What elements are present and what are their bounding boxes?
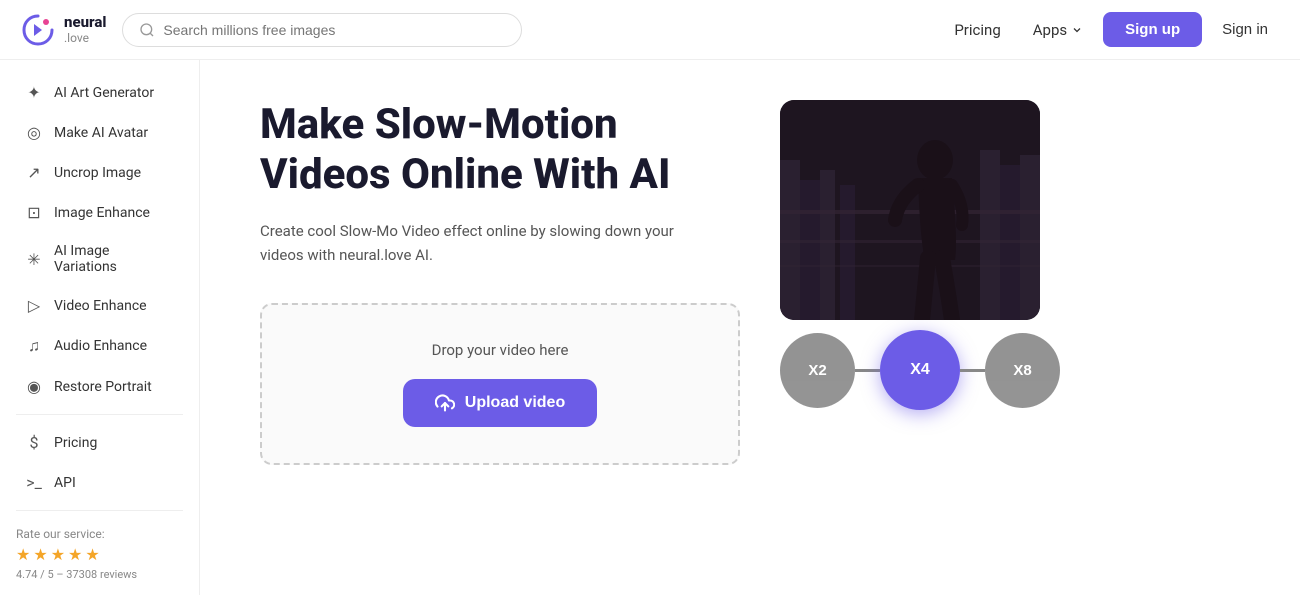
search-icon: [139, 22, 155, 38]
restore-portrait-icon: ◉: [24, 377, 44, 396]
main-content: Make Slow-Motion Videos Online With AI C…: [200, 60, 1300, 595]
upload-icon: [435, 393, 455, 413]
header: neural .love Pricing Apps Sign up Sign i…: [0, 0, 1300, 60]
page-description: Create cool Slow-Mo Video effect online …: [260, 219, 680, 267]
sidebar-item-audio-enhance[interactable]: ♫ Audio Enhance: [8, 326, 191, 366]
speed-x2-button[interactable]: X2: [780, 333, 855, 408]
sidebar-label-video-enhance: Video Enhance: [54, 298, 147, 314]
video-image: [780, 100, 1040, 320]
speed-x4-button[interactable]: X4: [880, 330, 960, 410]
upload-hint: Drop your video here: [282, 341, 718, 359]
ai-art-generator-icon: ✦: [24, 83, 44, 102]
chevron-down-icon: [1071, 24, 1083, 36]
sidebar-label-uncrop-image: Uncrop Image: [54, 165, 141, 181]
upload-button[interactable]: Upload video: [403, 379, 597, 427]
app-wrapper: neural .love Pricing Apps Sign up Sign i…: [0, 0, 1300, 595]
content-right: X2 X4 X8: [780, 100, 1060, 410]
sidebar-item-image-enhance[interactable]: ⊡ Image Enhance: [8, 193, 191, 232]
body-area: ✦ AI Art Generator ◎ Make AI Avatar ↗ Un…: [0, 60, 1300, 595]
sidebar-item-make-ai-avatar[interactable]: ◎ Make AI Avatar: [8, 113, 191, 152]
sidebar-item-ai-image-variations[interactable]: ✳ AI Image Variations: [8, 233, 191, 285]
sidebar: ✦ AI Art Generator ◎ Make AI Avatar ↗ Un…: [0, 60, 200, 595]
speed-line-1: [855, 369, 880, 372]
signin-button[interactable]: Sign in: [1210, 15, 1280, 44]
sidebar-label-image-enhance: Image Enhance: [54, 205, 150, 221]
pricing-icon: $: [24, 433, 44, 452]
header-nav: Pricing Apps Sign up Sign in: [942, 12, 1280, 47]
sidebar-item-video-enhance[interactable]: ▷ Video Enhance: [8, 286, 191, 325]
make-ai-avatar-icon: ◎: [24, 123, 44, 142]
sidebar-item-pricing[interactable]: $ Pricing: [8, 423, 191, 462]
sidebar-label-api: API: [54, 475, 76, 491]
logo[interactable]: neural .love: [20, 12, 106, 48]
speed-x8-button[interactable]: X8: [985, 333, 1060, 408]
rating-text: 4.74 / 5 – 37308 reviews: [16, 568, 183, 581]
sidebar-item-api[interactable]: >_ API: [8, 463, 191, 502]
sidebar-label-make-ai-avatar: Make AI Avatar: [54, 125, 148, 141]
sidebar-item-uncrop-image[interactable]: ↗ Uncrop Image: [8, 153, 191, 192]
uncrop-image-icon: ↗: [24, 163, 44, 182]
image-enhance-icon: ⊡: [24, 203, 44, 222]
sidebar-divider: [16, 414, 183, 415]
video-preview: X2 X4 X8: [780, 100, 1060, 410]
pricing-nav-link[interactable]: Pricing: [942, 15, 1012, 45]
star-1: ★: [16, 545, 30, 564]
upload-area: Drop your video here Upload video: [260, 303, 740, 465]
page-title: Make Slow-Motion Videos Online With AI: [260, 100, 740, 201]
api-icon: >_: [24, 473, 44, 492]
sidebar-item-ai-art-generator[interactable]: ✦ AI Art Generator: [8, 73, 191, 112]
audio-enhance-icon: ♫: [24, 336, 44, 356]
apps-nav-link[interactable]: Apps: [1021, 15, 1095, 45]
sidebar-divider-2: [16, 510, 183, 511]
sidebar-item-restore-portrait[interactable]: ◉ Restore Portrait: [8, 367, 191, 406]
search-input[interactable]: [163, 22, 505, 38]
star-5: ★: [85, 545, 99, 564]
video-enhance-icon: ▷: [24, 296, 44, 315]
ai-image-variations-icon: ✳: [24, 250, 44, 269]
logo-text: neural .love: [64, 14, 106, 45]
rate-label: Rate our service:: [16, 527, 183, 541]
content-layout: Make Slow-Motion Videos Online With AI C…: [260, 100, 1240, 465]
star-4: ★: [68, 545, 82, 564]
speed-line-2: [960, 369, 985, 372]
sidebar-label-ai-image-variations: AI Image Variations: [54, 243, 175, 275]
speed-selector: X2 X4 X8: [780, 330, 1060, 410]
content-left: Make Slow-Motion Videos Online With AI C…: [260, 100, 740, 465]
star-3: ★: [51, 545, 65, 564]
star-2: ★: [33, 545, 47, 564]
sidebar-rate: Rate our service: ★ ★ ★ ★ ★ 4.74 / 5 – 3…: [0, 519, 199, 589]
video-img-inner: [780, 100, 1040, 320]
search-bar[interactable]: [122, 13, 522, 47]
logo-icon: [20, 12, 56, 48]
sidebar-label-ai-art-generator: AI Art Generator: [54, 85, 154, 101]
signup-button[interactable]: Sign up: [1103, 12, 1202, 47]
stars: ★ ★ ★ ★ ★: [16, 545, 183, 564]
sidebar-label-audio-enhance: Audio Enhance: [54, 338, 147, 354]
sidebar-label-restore-portrait: Restore Portrait: [54, 379, 152, 395]
video-bg-svg: [780, 100, 1040, 320]
sidebar-label-pricing: Pricing: [54, 435, 97, 451]
